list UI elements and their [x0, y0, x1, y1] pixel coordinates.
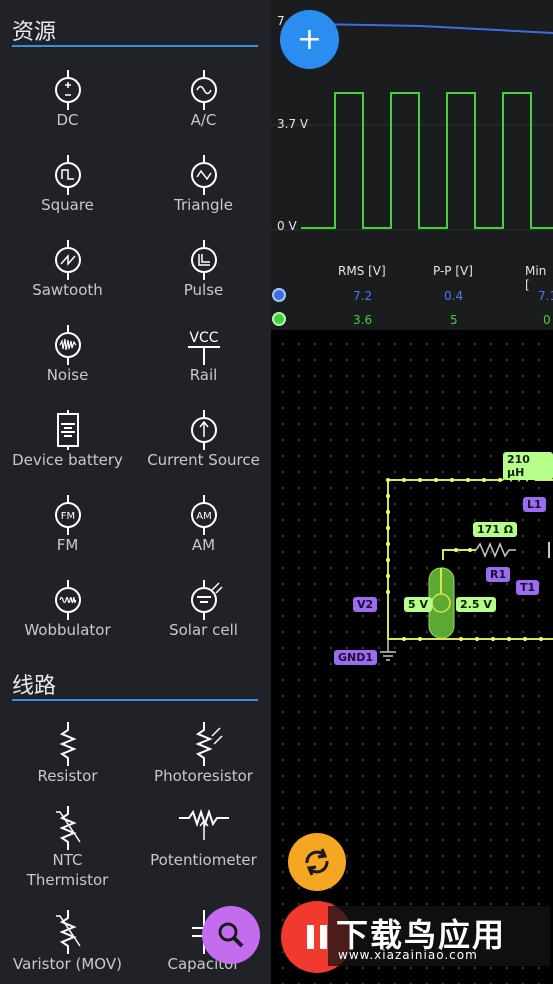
palette-item-dc[interactable]: DC — [0, 70, 135, 130]
current-source-icon — [190, 410, 217, 450]
search-button[interactable] — [202, 906, 260, 964]
palette-item-label: Wobbulator — [24, 621, 111, 639]
palette-item-photoresistor[interactable]: Photoresistor — [136, 722, 271, 786]
palette-item-ntc-thermistor[interactable]: NTC Thermistor — [0, 806, 135, 890]
palette-item-label: Varistor (MOV) — [13, 955, 122, 973]
potentiometer-icon — [178, 808, 229, 840]
palette-item-varistor[interactable]: Varistor (MOV) — [0, 910, 135, 974]
battery-icon — [56, 410, 79, 450]
palette-item-current-source[interactable]: Current Source — [136, 410, 271, 470]
rail-icon: VCC — [187, 330, 220, 365]
blue-pp-value: 0.4 — [444, 289, 464, 303]
square-wave-icon — [54, 155, 81, 195]
circuits-section-divider — [12, 699, 258, 701]
ground-name-tag[interactable]: GND1 — [334, 650, 378, 665]
palette-item-potentiometer[interactable]: Potentiometer — [136, 806, 271, 870]
refresh-icon — [305, 848, 329, 876]
green-pp-value: 5 — [450, 313, 458, 327]
dc-source-icon — [54, 70, 81, 110]
green-trace — [301, 92, 553, 229]
resistor-value-tag[interactable]: 171 Ω — [473, 522, 518, 537]
palette-item-label: Device battery — [12, 451, 123, 469]
watermark-url: www.xiazainiao.com — [338, 948, 478, 962]
palette-item-label: Current Source — [147, 451, 260, 469]
palette-item-wobbulator[interactable]: Wobbulator — [0, 580, 135, 640]
palette-item-label: Resistor — [37, 767, 98, 785]
palette-item-solar-cell[interactable]: Solar cell — [136, 580, 271, 640]
transistor-name-tag[interactable]: T1 — [516, 580, 540, 595]
palette-item-ac[interactable]: A/C — [136, 70, 271, 130]
palette-item-label: FM — [56, 536, 79, 554]
palette-item-label: Potentiometer — [150, 851, 257, 869]
resistor-name-tag[interactable]: R1 — [486, 567, 511, 582]
palette-item-device-battery[interactable]: Device battery — [0, 410, 135, 470]
palette-item-am[interactable]: AM AM — [136, 495, 271, 555]
circuits-section-title: 线路 — [12, 674, 57, 699]
palette-item-noise[interactable]: Noise — [0, 325, 135, 385]
watermark: 下载鸟应用 www.xiazainiao.com — [328, 906, 550, 966]
palette-item-label: Noise — [46, 366, 89, 384]
palette-item-label: A/C — [190, 111, 217, 129]
inductor-value-tag[interactable]: 210 µH — [503, 452, 553, 480]
sources-section-title: 资源 — [12, 20, 57, 45]
pp-header: P-P [V] — [433, 264, 473, 278]
resistor-zigzag — [475, 542, 516, 558]
palette-item-square[interactable]: Square — [0, 155, 135, 215]
palette-item-label: Rail — [189, 366, 218, 384]
svg-text:FM: FM — [60, 511, 74, 522]
sources-section-divider — [12, 45, 258, 47]
pulse-icon — [190, 240, 217, 280]
search-icon — [218, 922, 244, 948]
sawtooth-wave-icon — [54, 240, 81, 280]
refresh-button[interactable] — [288, 833, 346, 891]
blue-min-value: 7.1 — [538, 289, 553, 303]
palette-item-label: DC — [56, 111, 79, 129]
source-right-voltage-tag[interactable]: 2.5 V — [456, 597, 496, 612]
palette-item-label: Capacitor — [167, 955, 240, 973]
inductor-name-tag[interactable]: L1 — [523, 497, 546, 512]
palette-item-label: Triangle — [174, 196, 233, 214]
varistor-icon — [55, 910, 81, 954]
svg-text:VCC: VCC — [189, 330, 218, 346]
ac-source-icon — [190, 70, 217, 110]
palette-item-fm[interactable]: FM FM — [0, 495, 135, 555]
palette-item-sawtooth[interactable]: Sawtooth — [0, 240, 135, 300]
noise-icon — [54, 325, 81, 365]
triangle-wave-icon — [190, 155, 217, 195]
resistor-icon — [58, 722, 77, 766]
green-channel-toggle[interactable] — [272, 312, 286, 326]
am-icon: AM — [190, 495, 217, 535]
blue-trace — [310, 23, 553, 34]
solar-cell-icon — [190, 580, 223, 620]
palette-item-rail[interactable]: VCC Rail — [136, 325, 271, 385]
min-header: Min [ — [525, 264, 547, 292]
component-palette[interactable]: 资源 DC A/C Square Triangle Sawtooth Pulse… — [0, 0, 271, 984]
fm-icon: FM — [54, 495, 81, 535]
plus-icon: + — [296, 21, 323, 57]
svg-text:AM: AM — [196, 511, 211, 522]
palette-item-label: Solar cell — [169, 621, 238, 639]
source-left-voltage-tag[interactable]: 5 V — [404, 597, 432, 612]
green-rms-value: 3.6 — [353, 313, 373, 327]
green-min-value: 0 — [543, 313, 551, 327]
y-axis-mid-label: 3.7 V — [277, 117, 309, 131]
wobbulator-icon — [54, 580, 81, 620]
source-name-tag[interactable]: V2 — [353, 597, 378, 612]
palette-item-label: Photoresistor — [154, 767, 253, 785]
palette-item-label: Sawtooth — [32, 281, 103, 299]
blue-channel-toggle[interactable] — [272, 288, 286, 302]
blue-rms-value: 7.2 — [353, 289, 373, 303]
palette-item-label: AM — [191, 536, 216, 554]
palette-item-label: Square — [41, 196, 94, 214]
add-button[interactable]: + — [280, 10, 339, 69]
palette-item-label: Pulse — [183, 281, 224, 299]
thermistor-icon — [55, 806, 81, 850]
palette-item-label: NTC Thermistor — [26, 851, 109, 889]
palette-item-resistor[interactable]: Resistor — [0, 722, 135, 786]
rms-header: RMS [V] — [338, 264, 386, 278]
palette-item-triangle[interactable]: Triangle — [136, 155, 271, 215]
photoresistor-icon — [194, 722, 223, 766]
y-axis-zero-label: 0 V — [277, 219, 297, 233]
palette-item-pulse[interactable]: Pulse — [136, 240, 271, 300]
